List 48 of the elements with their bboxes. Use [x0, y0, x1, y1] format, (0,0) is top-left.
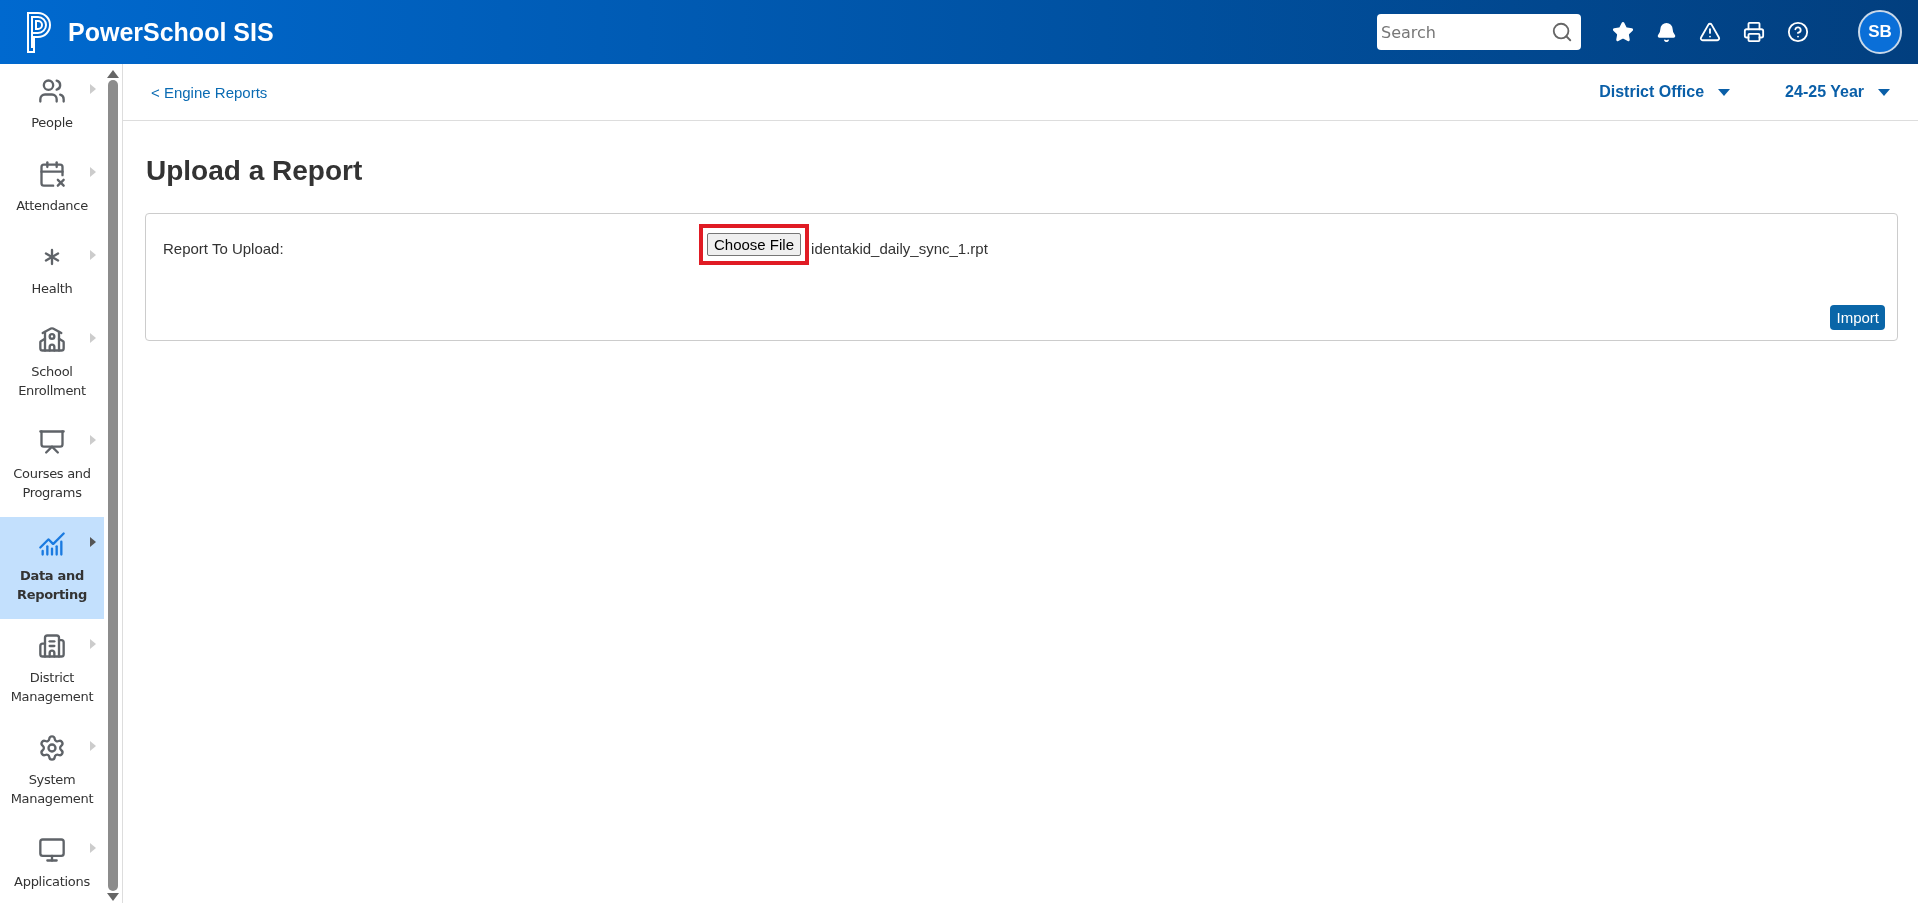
- sidebar-item[interactable]: Applications: [0, 823, 104, 903]
- printer-icon[interactable]: [1743, 21, 1765, 43]
- term-selector[interactable]: 24-25 Year: [1785, 83, 1890, 101]
- people-icon: [38, 77, 66, 105]
- choose-file-button[interactable]: Choose File: [707, 233, 802, 256]
- caret-icon: [90, 84, 96, 94]
- file-name: identakid_daily_sync_1.rpt: [811, 240, 988, 257]
- warning-icon[interactable]: [1699, 21, 1721, 43]
- scroll-down-icon[interactable]: [107, 893, 119, 901]
- calendar-icon: [38, 160, 66, 188]
- sidebar-item[interactable]: Courses and Programs: [0, 415, 104, 517]
- gear-icon: [38, 734, 66, 762]
- caret-icon: [90, 537, 96, 547]
- scrollbar[interactable]: [104, 64, 123, 903]
- sidebar-item[interactable]: System Management: [0, 721, 104, 823]
- sidebar-item[interactable]: District Management: [0, 619, 104, 721]
- caret-icon: [90, 250, 96, 260]
- caret-icon: [90, 333, 96, 343]
- caret-icon: [1878, 88, 1890, 96]
- sidebar-item[interactable]: Health: [0, 230, 104, 313]
- sidebar-item[interactable]: People: [0, 64, 104, 147]
- page-title: Upload a Report: [146, 155, 364, 187]
- field-label: Report To Upload:: [163, 240, 285, 257]
- caret-icon: [1718, 88, 1731, 96]
- search-icon[interactable]: [1551, 21, 1573, 43]
- sidebar-item[interactable]: School Enrollment: [0, 313, 104, 415]
- user-avatar[interactable]: SB: [1858, 10, 1902, 54]
- search-field[interactable]: Search: [1377, 14, 1581, 50]
- star-icon[interactable]: [1612, 21, 1634, 43]
- monitor-icon: [38, 836, 66, 864]
- caret-icon: [90, 167, 96, 177]
- scroll-up-icon[interactable]: [107, 70, 119, 78]
- caret-icon: [90, 741, 96, 751]
- chart-icon: [38, 530, 66, 558]
- bell-icon[interactable]: [1656, 21, 1677, 43]
- help-icon[interactable]: [1787, 21, 1809, 43]
- back-link[interactable]: < Engine Reports: [151, 83, 268, 101]
- caret-icon: [90, 639, 96, 649]
- sidebar-item[interactable]: Attendance: [0, 147, 104, 230]
- import-button[interactable]: Import: [1830, 305, 1885, 330]
- sidebar-item[interactable]: Data and Reporting: [0, 517, 104, 619]
- building-icon: [38, 632, 66, 660]
- school-selector[interactable]: District Office: [1599, 83, 1731, 101]
- presentation-icon: [38, 428, 66, 456]
- caret-icon: [90, 435, 96, 445]
- caret-icon: [90, 843, 96, 853]
- school-building-icon: [38, 326, 66, 354]
- product-name: PowerSchool SIS: [68, 17, 274, 47]
